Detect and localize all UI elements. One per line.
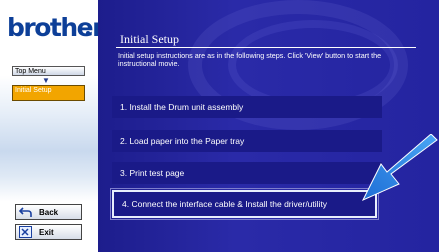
exit-door-icon: [19, 226, 32, 238]
brother-logo: brother: [7, 13, 104, 42]
back-button[interactable]: Back: [15, 204, 82, 220]
step-button-print-test-page[interactable]: 3. Print test page: [112, 162, 382, 184]
logo-dot: [86, 31, 90, 35]
title-divider: [116, 47, 416, 48]
exit-label: Exit: [39, 228, 54, 237]
pointer-arrow-icon: [361, 134, 438, 202]
step-button-load-paper[interactable]: 2. Load paper into the Paper tray: [112, 130, 382, 152]
sidebar: brother Top Menu ▼ Initial Setup Back Ex…: [0, 0, 104, 252]
main-panel: Initial Setup Initial setup instructions…: [98, 0, 439, 252]
chevron-down-icon: ▼: [42, 76, 50, 85]
step-button-connect-install[interactable]: 4. Connect the interface cable & Install…: [110, 188, 379, 220]
step-button-drum-unit[interactable]: 1. Install the Drum unit assembly: [112, 96, 382, 118]
menu-item-initial-setup[interactable]: Initial Setup: [12, 85, 85, 101]
page-title: Initial Setup: [120, 32, 179, 46]
back-arrow-icon: [19, 207, 32, 217]
intro-text: Initial setup instructions are as in the…: [118, 51, 382, 68]
exit-button[interactable]: Exit: [15, 224, 82, 240]
menu-item-top-menu[interactable]: Top Menu: [12, 66, 85, 76]
back-label: Back: [39, 208, 59, 217]
